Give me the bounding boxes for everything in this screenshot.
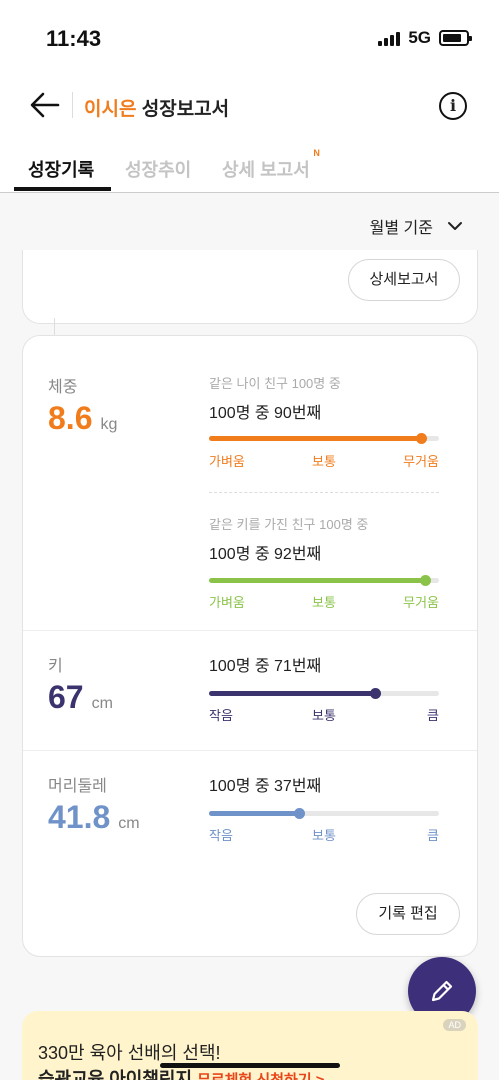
child-name: 이시은 [84,99,137,120]
tab-detail-report[interactable]: 상세 보고서 N [222,148,320,182]
head-value: 41.8 cm [48,799,140,836]
status-icons: 5G [378,28,472,48]
app-header: 이시은 성장보고서 i [0,76,499,136]
height-rank: 100명 중 71번째 [209,658,322,675]
scale-mid: 보통 [312,595,336,610]
scale-high: 큼 [427,708,439,723]
weight-height-bar-fill [209,578,426,583]
head-bar [209,808,439,819]
height-label: 키 [48,658,63,675]
signal-icon [378,30,401,46]
scale-low: 가벼움 [209,454,245,469]
weight-height-rank: 100명 중 92번째 [209,546,322,563]
weight-height-caption: 같은 키를 가진 친구 100명 중 [209,517,369,532]
pencil-icon [431,980,453,1002]
weight-value: 8.6 kg [48,400,117,437]
weight-unit: kg [100,416,118,433]
page-title-text: 성장보고서 [141,99,230,120]
weight-age-rank: 100명 중 90번째 [209,405,322,422]
head-number: 41.8 [48,799,111,835]
tab-growth-record[interactable]: 성장기록 [28,156,94,182]
weight-height-bar [209,575,439,586]
tab-detail-report-label: 상세 보고서 [222,160,310,180]
scale-mid: 보통 [312,454,336,469]
height-bar-marker [369,688,381,699]
header-divider [72,92,73,118]
head-bar-marker [293,808,305,819]
ad-product: 습관교육 아이챌린지 [38,1069,193,1080]
edit-record-button[interactable]: 기록 편집 [356,893,460,935]
new-badge: N [313,148,320,158]
weight-age-bar [209,433,439,444]
head-rank: 100명 중 37번째 [209,778,322,795]
height-unit: cm [91,695,113,712]
ad-badge: AD [443,1019,466,1031]
ad-headline: 330만 육아 선배의 선택! [38,1043,221,1063]
head-unit: cm [118,815,140,832]
scale-mid: 보통 [312,828,336,843]
tab-bar: 성장기록 성장추이 상세 보고서 N [0,136,499,193]
page-title: 이시은 성장보고서 [84,94,229,121]
scale-low: 작음 [209,708,233,723]
ad-banner[interactable]: 330만 육아 선배의 선택! 습관교육 아이챌린지 무료체험 신청하기 > A… [22,1011,478,1080]
network-type: 5G [408,28,431,47]
height-value: 67 cm [48,679,113,716]
weight-label: 체중 [48,379,78,396]
scale-high: 무거움 [403,454,439,469]
scale-low: 작음 [209,828,233,843]
height-bar-fill [209,691,375,696]
scale-low: 가벼움 [209,595,245,610]
detail-report-button[interactable]: 상세보고서 [348,259,460,301]
weight-height-bar-marker [420,575,432,586]
info-icon[interactable]: i [439,92,467,120]
scale-high: 무거움 [403,595,439,610]
period-select[interactable]: 월별 기준 [370,214,463,238]
period-select-label: 월별 기준 [369,220,433,237]
scale-high: 큼 [427,828,439,843]
head-bar-fill [209,811,299,816]
status-bar: 11:43 5G [0,0,499,76]
height-bar [209,688,439,699]
dashed-divider [209,492,439,493]
section-divider [23,750,477,751]
status-time: 11:43 [46,26,102,51]
weight-age-bar-fill [209,436,421,441]
tab-active-indicator [14,187,111,191]
height-number: 67 [48,679,84,715]
home-indicator [160,1063,340,1068]
section-divider [23,630,477,631]
summary-card: 상세보고서 [22,250,478,324]
weight-age-bar-marker [415,433,427,444]
back-arrow-icon[interactable] [28,88,62,122]
head-label: 머리둘레 [48,778,107,795]
measurements-card: 체중 8.6 kg 같은 나이 친구 100명 중 100명 중 90번째 가벼움… [22,335,478,957]
tab-growth-trend[interactable]: 성장추이 [125,156,191,182]
ad-cta: 무료체험 신청하기 > [197,1072,325,1080]
weight-number: 8.6 [48,400,93,436]
weight-age-caption: 같은 나이 친구 100명 중 [209,376,341,391]
battery-icon [439,30,472,46]
scale-mid: 보통 [312,708,336,723]
chevron-down-icon [448,222,462,230]
